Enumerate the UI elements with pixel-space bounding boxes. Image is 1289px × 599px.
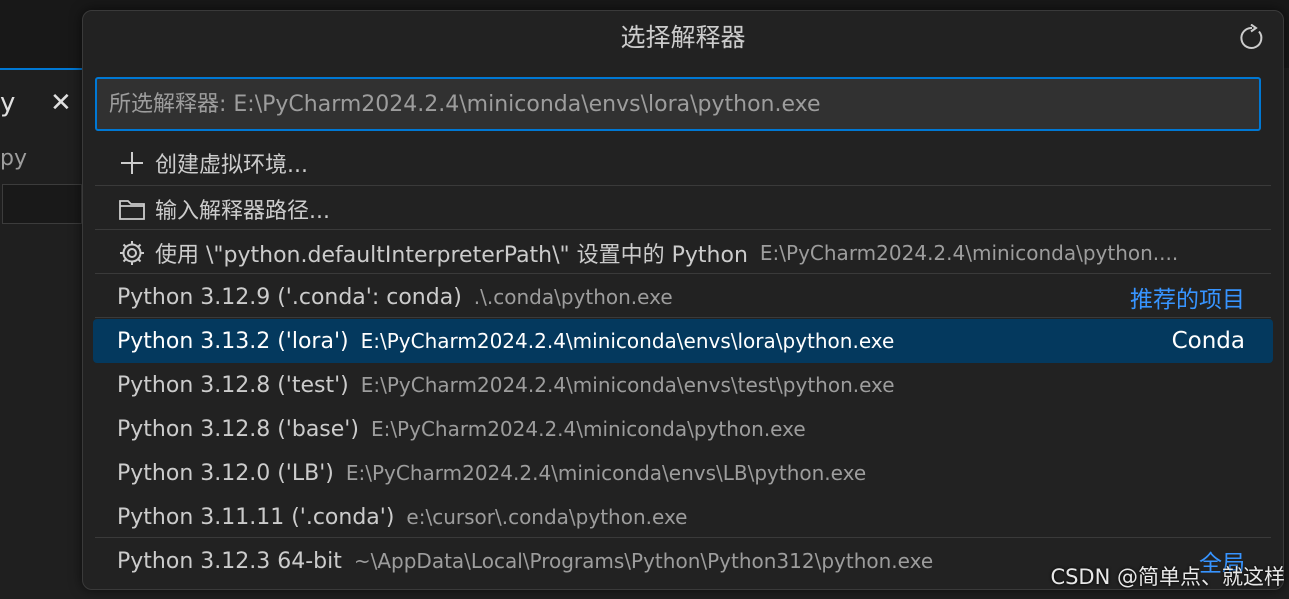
interpreter-path: .\.conda\python.exe [473, 285, 673, 309]
interpreter-item[interactable]: Python 3.12.8 ('base') E:\PyCharm2024.2.… [93, 407, 1273, 451]
interpreter-label: Python 3.13.2 ('lora') [117, 328, 349, 354]
editor-tab-label: y [0, 88, 16, 118]
default-interpreter-option[interactable]: 使用 \"python.defaultInterpreterPath\" 设置中… [93, 231, 1273, 275]
refresh-icon[interactable] [1235, 21, 1269, 55]
interpreter-search-input[interactable] [95, 77, 1261, 131]
watermark: CSDN @简单点、就这样 [1050, 565, 1285, 589]
env-type-tag: Conda [1171, 328, 1245, 354]
divider [95, 317, 1271, 318]
folder-icon [117, 194, 147, 224]
divider [95, 229, 1271, 230]
interpreter-label: Python 3.12.3 64-bit [117, 548, 342, 574]
interpreter-item[interactable]: Python 3.11.11 ('.conda') e:\cursor\.con… [93, 495, 1273, 539]
interpreter-path: E:\PyCharm2024.2.4\miniconda\envs\lora\p… [360, 329, 895, 353]
interpreter-label: Python 3.12.8 ('test') [117, 372, 349, 398]
interpreter-item-selected[interactable]: Python 3.13.2 ('lora') E:\PyCharm2024.2.… [93, 319, 1273, 363]
option-path: E:\PyCharm2024.2.4\miniconda\python.... [759, 241, 1179, 265]
editor-field[interactable] [2, 184, 82, 224]
interpreter-label: Python 3.12.9 ('.conda': conda) [117, 284, 462, 310]
divider [95, 537, 1271, 538]
interpreter-item[interactable]: Python 3.12.8 ('test') E:\PyCharm2024.2.… [93, 363, 1273, 407]
plus-icon [117, 148, 147, 178]
option-label: 创建虚拟环境... [155, 153, 308, 178]
option-label: 使用 \"python.defaultInterpreterPath\" 设置中… [155, 243, 748, 268]
interpreter-path: E:\PyCharm2024.2.4\miniconda\python.exe [370, 417, 806, 441]
recommended-tag: 推荐的项目 [1130, 287, 1245, 313]
divider [95, 185, 1271, 186]
quick-pick-title: 选择解释器 [620, 23, 746, 52]
divider [95, 273, 1271, 274]
enter-path-option[interactable]: 输入解释器路径... [93, 187, 1273, 231]
gear-icon [117, 238, 147, 268]
interpreter-quick-pick: 选择解释器 创建虚拟环境... 输入解释器路径... [82, 10, 1284, 590]
interpreter-item[interactable]: Python 3.12.9 ('.conda': conda) .\.conda… [93, 275, 1273, 319]
interpreter-path: E:\PyCharm2024.2.4\miniconda\envs\test\p… [360, 373, 895, 397]
option-label: 输入解释器路径... [155, 199, 330, 224]
interpreter-item[interactable]: Python 3.12.0 ('LB') E:\PyCharm2024.2.4\… [93, 451, 1273, 495]
interpreter-label: Python 3.12.0 ('LB') [117, 460, 334, 486]
create-venv-option[interactable]: 创建虚拟环境... [93, 141, 1273, 185]
interpreter-label: Python 3.12.8 ('base') [117, 416, 359, 442]
interpreter-label: Python 3.11.11 ('.conda') [117, 504, 395, 530]
editor-sub-text: py [0, 146, 27, 171]
interpreter-path: e:\cursor\.conda\python.exe [406, 505, 688, 529]
close-icon[interactable]: ✕ [50, 88, 72, 118]
interpreter-path: E:\PyCharm2024.2.4\miniconda\envs\LB\pyt… [345, 461, 867, 485]
